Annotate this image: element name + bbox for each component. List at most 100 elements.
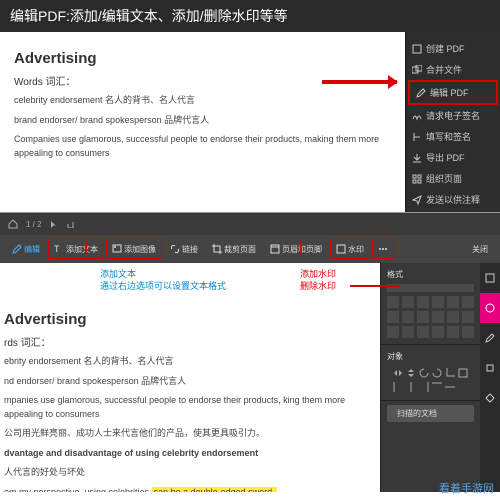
sidetab-1[interactable]: [480, 263, 500, 293]
tool-crop[interactable]: 裁剪页面: [206, 239, 262, 259]
tool-add-text[interactable]: T 添加文本: [48, 239, 104, 259]
annotation-addtext: 添加文本 通过右边选项可以设置文本格式: [100, 269, 226, 292]
sidebar-item-edit[interactable]: 编辑 PDF: [408, 80, 498, 105]
organize-icon: [412, 174, 422, 184]
image-icon: [112, 244, 122, 254]
sidebar-item-organize[interactable]: 组织页面: [406, 168, 500, 189]
align-c-icon[interactable]: [406, 382, 416, 392]
sidetab-3[interactable]: [480, 323, 500, 353]
text-tool-button[interactable]: [447, 311, 459, 323]
flip-v-icon[interactable]: [406, 368, 416, 378]
tool-edit[interactable]: 编辑: [6, 239, 46, 259]
cursor-icon[interactable]: [50, 220, 58, 228]
callout-line: [350, 285, 400, 287]
align-m-icon[interactable]: [445, 382, 455, 392]
text-tool-button[interactable]: [447, 296, 459, 308]
tool-link[interactable]: 链接: [164, 239, 204, 259]
tool-add-image[interactable]: 添加图像: [106, 239, 162, 259]
sidebar-item-fill[interactable]: 填写和签名: [406, 126, 500, 147]
crop-obj-icon[interactable]: [445, 368, 455, 378]
tools-sidebar: 创建 PDF 合并文件 编辑 PDF 请求电子签名 填写和签名 导出 PDF 组…: [405, 32, 500, 212]
sidebar-label: 填写和签名: [426, 130, 471, 143]
doc-line: brand endorser/ brand spokesperson 品牌代言人: [14, 114, 391, 128]
tool-label: 编辑: [24, 244, 40, 255]
object-tools-row: [387, 366, 474, 380]
edit-toolbar: 编辑 T 添加文本 添加图像 链接 裁剪页面 页眉和页脚 水印: [0, 235, 500, 263]
scanned-doc-button[interactable]: 扫描的文档: [387, 405, 474, 422]
text-icon: T: [54, 244, 64, 254]
tool-label: 裁剪页面: [224, 244, 256, 255]
highlighted-text: can be a double-edged sword,: [152, 487, 277, 493]
sidebar-label: 组织页面: [426, 172, 462, 185]
page-nav[interactable]: 1 / 2: [26, 220, 42, 229]
text-tool-button[interactable]: [447, 326, 459, 338]
annot-line: 添加水印: [300, 269, 336, 281]
sidebar-item-export[interactable]: 导出 PDF: [406, 147, 500, 168]
text-tool-button[interactable]: [387, 296, 399, 308]
sidebar-label: 合并文件: [426, 63, 462, 76]
sidebar-item-send[interactable]: 发送以供注释: [406, 189, 500, 210]
site-watermark: 看着手游网: [439, 480, 494, 496]
rotate-l-icon[interactable]: [419, 368, 429, 378]
hand-icon[interactable]: [66, 220, 74, 228]
replace-icon[interactable]: [458, 368, 468, 378]
annot-line: 添加文本: [100, 269, 226, 281]
doc-line: 公司用光鲜亮丽、成功人士来代言他们的产品，使其更具吸引力。: [4, 427, 370, 441]
text-tool-button[interactable]: [432, 296, 444, 308]
object-tools-row: [387, 380, 474, 394]
text-tool-button[interactable]: [417, 326, 429, 338]
sidebar-item-esign[interactable]: 请求电子签名: [406, 105, 500, 126]
tool-close[interactable]: 关闭: [466, 239, 494, 259]
tool-header[interactable]: 页眉和页脚: [264, 239, 328, 259]
text-tool-button[interactable]: [462, 296, 474, 308]
tool-label: 添加文本: [66, 244, 98, 255]
home-icon[interactable]: [8, 219, 18, 229]
text-tool-button[interactable]: [387, 326, 399, 338]
callout-line: [85, 241, 87, 253]
sidetab-4[interactable]: [480, 353, 500, 383]
sidebar-item-combine[interactable]: 合并文件: [406, 59, 500, 80]
esign-icon: [412, 111, 422, 121]
align-t-icon[interactable]: [432, 382, 442, 392]
text-tool-button[interactable]: [432, 311, 444, 323]
text-tool-button[interactable]: [402, 326, 414, 338]
align-l-icon[interactable]: [393, 382, 403, 392]
doc-subheading: dvantage and disadvantage of using celeb…: [4, 447, 370, 461]
sidetab-5[interactable]: [480, 383, 500, 413]
properties-panel: 格式: [380, 263, 480, 492]
format-label: 格式: [387, 269, 474, 280]
text-tool-button[interactable]: [462, 311, 474, 323]
edit-icon: [416, 88, 426, 98]
text-tool-button[interactable]: [402, 296, 414, 308]
doc-heading: Advertising: [4, 311, 370, 328]
doc-line: mpanies use glamorous, successful people…: [4, 394, 370, 421]
text-tool-button[interactable]: [417, 311, 429, 323]
text-tool-button[interactable]: [417, 296, 429, 308]
text-tool-button[interactable]: [402, 311, 414, 323]
font-select[interactable]: [387, 284, 474, 292]
sidebar-item-create[interactable]: 创建 PDF: [406, 38, 500, 59]
text-tool-button[interactable]: [387, 311, 399, 323]
text-tool-button[interactable]: [432, 326, 444, 338]
crop-icon: [212, 244, 222, 254]
align-r-icon[interactable]: [419, 382, 429, 392]
tool-label: 链接: [182, 244, 198, 255]
sidebar-label: 请求电子签名: [426, 109, 480, 122]
annot-line: 删除水印: [300, 281, 336, 293]
app-titlebar: 1 / 2: [0, 213, 500, 235]
combine-icon: [412, 65, 422, 75]
rotate-r-icon[interactable]: [432, 368, 442, 378]
header-icon: [270, 244, 280, 254]
bottom-main: 添加文本 通过右边选项可以设置文本格式 添加水印 删除水印 Advertisin…: [0, 263, 500, 492]
link-icon: [170, 244, 180, 254]
object-label: 对象: [387, 351, 474, 362]
flip-h-icon[interactable]: [393, 368, 403, 378]
svg-text:T: T: [54, 244, 60, 254]
sidetab-2[interactable]: [480, 293, 500, 323]
tool-more[interactable]: [372, 239, 394, 259]
tool-label: 水印: [348, 244, 364, 255]
more-icon: [378, 244, 388, 254]
text-tool-button[interactable]: [462, 326, 474, 338]
screenshot-bottom: 1 / 2 编辑 T 添加文本 添加图像 链接 裁剪页面 页眉和页脚: [0, 212, 500, 492]
tool-watermark[interactable]: 水印: [330, 239, 370, 259]
